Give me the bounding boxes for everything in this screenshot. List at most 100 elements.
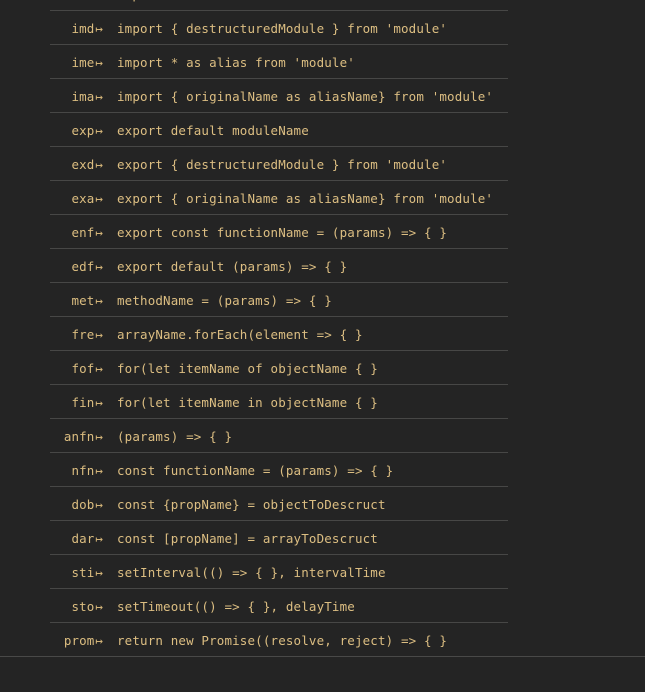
snippet-row[interactable]: ima↦ import { originalName as aliasName} …: [0, 79, 645, 113]
snippet-row[interactable]: nfn↦ const functionName = (params) => { }: [0, 453, 645, 487]
snippet-trigger: exd↦: [0, 157, 103, 172]
snippet-trigger-label: dar: [71, 530, 95, 546]
snippet-trigger-label: imn: [71, 0, 94, 2]
snippet-body-code: (params) => { }: [117, 428, 233, 444]
snippet-row[interactable]: anfn↦ (params) => { }: [0, 419, 645, 453]
snippet-body-code: export default (params) => { }: [117, 258, 348, 274]
snippet-body-code: const functionName = (params) => { }: [117, 462, 394, 478]
snippet-body-code: export { originalName as aliasName} from…: [117, 190, 494, 206]
snippet-trigger: enf↦: [0, 225, 103, 240]
snippet-body-code: arrayName.forEach(element => { }: [117, 326, 363, 342]
tab-arrow-icon: ↦: [95, 564, 103, 580]
tab-arrow-icon: ↦: [95, 496, 103, 512]
snippet-trigger-label: ima: [71, 88, 95, 104]
tab-arrow-icon: ↦: [95, 598, 103, 614]
snippet-row[interactable]: imd↦ import { destructuredModule } from '…: [0, 11, 645, 45]
snippet-trigger: dob↦: [0, 497, 103, 512]
tab-arrow-icon: ↦: [95, 20, 103, 36]
tab-arrow-icon: ↦: [95, 122, 103, 138]
snippet-trigger: met↦: [0, 293, 103, 308]
snippet-body-code: import 'module': [103, 0, 645, 2]
snippet-row[interactable]: ime↦ import * as alias from 'module': [0, 45, 645, 79]
snippet-trigger: ima↦: [0, 89, 103, 104]
tab-arrow-icon: ↦: [95, 326, 103, 342]
tab-arrow-icon: ↦: [95, 428, 103, 444]
tab-arrow-icon: ↦: [95, 360, 103, 376]
snippet-body-code: export default moduleName: [117, 122, 309, 138]
snippet-trigger-label: imd: [71, 20, 95, 36]
snippet-trigger: prom↦: [0, 633, 103, 648]
snippet-row[interactable]: fof↦ for(let itemName of objectName { }: [0, 351, 645, 385]
tab-arrow-icon: ↦: [95, 462, 103, 478]
tab-arrow-icon: ↦: [95, 394, 103, 410]
snippet-row[interactable]: imn↦import 'module': [0, 0, 645, 11]
snippet-row[interactable]: edf↦ export default (params) => { }: [0, 249, 645, 283]
snippet-trigger: exp↦: [0, 123, 103, 138]
tab-arrow-icon: ↦: [95, 156, 103, 172]
snippet-body-code: import { destructuredModule } from 'modu…: [117, 20, 448, 36]
snippet-body-code: setInterval(() => { }, intervalTime: [117, 564, 386, 580]
tab-arrow-icon: ↦: [95, 224, 103, 240]
snippet-trigger: imd↦: [0, 21, 103, 36]
snippet-body-code: setTimeout(() => { }, delayTime: [117, 598, 355, 614]
snippet-trigger: sti↦: [0, 565, 103, 580]
tab-arrow-icon: ↦: [95, 0, 103, 2]
snippet-body-code: return new Promise((resolve, reject) => …: [117, 632, 448, 648]
tab-arrow-icon: ↦: [95, 292, 103, 308]
snippet-trigger-label: enf: [71, 224, 95, 240]
snippet-trigger: imn↦: [0, 0, 103, 2]
snippet-trigger-label: met: [71, 292, 95, 308]
snippet-body-code: import { originalName as aliasName} from…: [117, 88, 494, 104]
snippet-body-code: for(let itemName of objectName { }: [117, 360, 378, 376]
snippet-body-code: export const functionName = (params) => …: [117, 224, 448, 240]
snippet-suggestion-panel: imn↦import 'module'imd↦import { destruct…: [0, 0, 645, 692]
snippet-row[interactable]: sto↦ setTimeout(() => { }, delayTime: [0, 589, 645, 623]
snippet-trigger-label: prom: [63, 632, 95, 648]
snippet-row[interactable]: dar↦ const [propName] = arrayToDescruct: [0, 521, 645, 555]
snippet-row[interactable]: exp↦ export default moduleName: [0, 113, 645, 147]
snippet-trigger-label: anfn: [63, 428, 95, 444]
snippet-body-code: import * as alias from 'module': [117, 54, 355, 70]
snippet-trigger-label: exa: [71, 190, 95, 206]
snippet-trigger-label: fof: [71, 360, 95, 376]
tab-arrow-icon: ↦: [95, 258, 103, 274]
snippet-trigger: nfn↦: [0, 463, 103, 478]
snippet-body-code: methodName = (params) => { }: [117, 292, 332, 308]
tab-arrow-icon: ↦: [95, 632, 103, 648]
snippet-trigger-label: sti: [71, 564, 95, 580]
snippet-trigger: edf↦: [0, 259, 103, 274]
snippet-body-code: export { destructuredModule } from 'modu…: [117, 156, 448, 172]
snippet-trigger: anfn↦: [0, 429, 103, 444]
snippet-row[interactable]: dob↦ const {propName} = objectToDescruct: [0, 487, 645, 521]
tab-arrow-icon: ↦: [95, 54, 103, 70]
snippet-row[interactable]: prom↦ return new Promise((resolve, reject…: [0, 623, 645, 657]
snippet-row[interactable]: fin↦ for(let itemName in objectName { }: [0, 385, 645, 419]
snippet-trigger: ime↦: [0, 55, 103, 70]
snippet-trigger: dar↦: [0, 531, 103, 546]
snippet-trigger-label: sto: [71, 598, 95, 614]
snippet-row[interactable]: met↦ methodName = (params) => { }: [0, 283, 645, 317]
snippet-row[interactable]: sti↦ setInterval(() => { }, intervalTime: [0, 555, 645, 589]
snippet-row[interactable]: fre↦ arrayName.forEach(element => { }: [0, 317, 645, 351]
snippet-trigger: fof↦: [0, 361, 103, 376]
snippet-trigger: fre↦: [0, 327, 103, 342]
snippet-trigger-label: exd: [71, 156, 95, 172]
tab-arrow-icon: ↦: [95, 530, 103, 546]
snippet-body-code: for(let itemName in objectName { }: [117, 394, 378, 410]
snippet-row[interactable]: exa↦ export { originalName as aliasName} …: [0, 181, 645, 215]
snippet-trigger-label: exp: [71, 122, 95, 138]
snippet-trigger-label: nfn: [71, 462, 95, 478]
snippet-row[interactable]: exd↦ export { destructuredModule } from '…: [0, 147, 645, 181]
snippet-body-code: const [propName] = arrayToDescruct: [117, 530, 378, 546]
snippet-trigger: exa↦: [0, 191, 103, 206]
snippet-trigger-label: ime: [71, 54, 95, 70]
snippet-row[interactable]: enf↦ export const functionName = (params)…: [0, 215, 645, 249]
snippet-trigger-label: edf: [71, 258, 95, 274]
tab-arrow-icon: ↦: [95, 88, 103, 104]
snippet-trigger: fin↦: [0, 395, 103, 410]
snippet-trigger-label: dob: [71, 496, 95, 512]
snippet-list[interactable]: imn↦import 'module'imd↦import { destruct…: [0, 0, 645, 657]
snippet-trigger-label: fre: [71, 326, 95, 342]
snippet-trigger: sto↦: [0, 599, 103, 614]
snippet-trigger-label: fin: [71, 394, 95, 410]
